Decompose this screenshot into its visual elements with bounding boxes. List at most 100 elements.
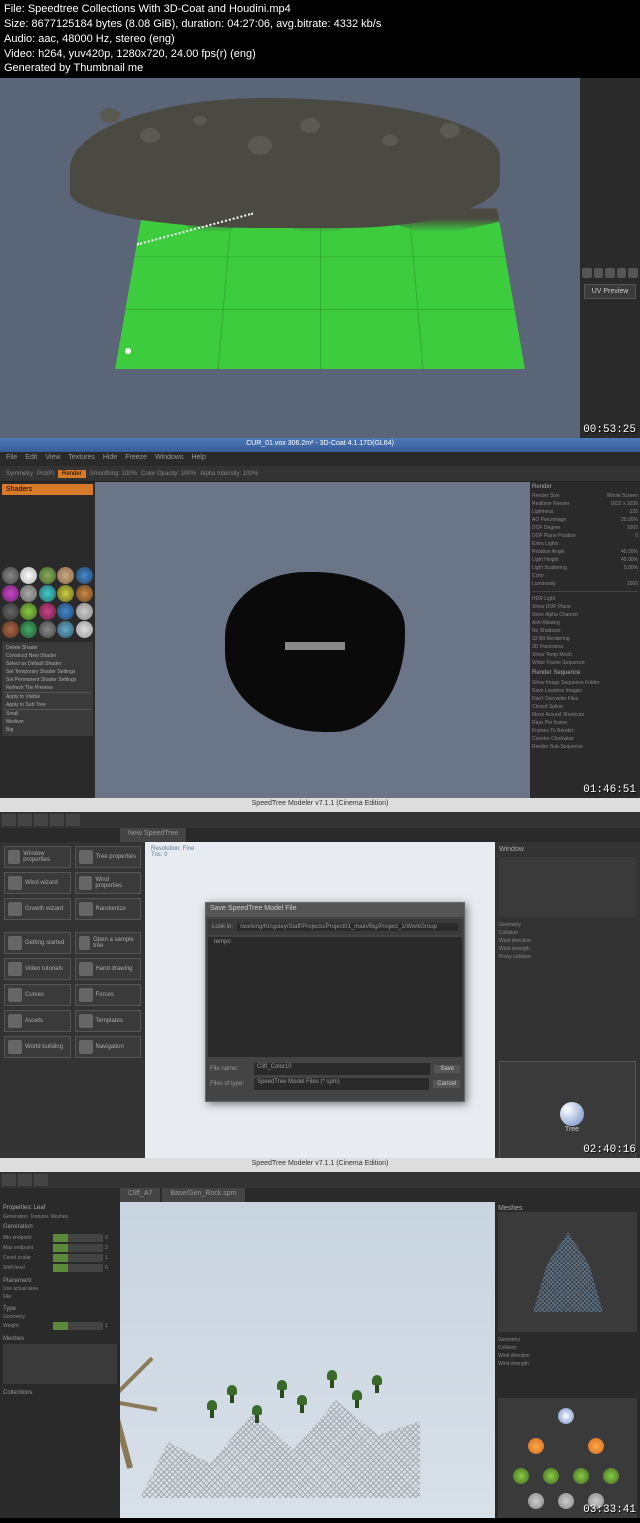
menu-item[interactable]: Freeze bbox=[125, 454, 147, 464]
node[interactable] bbox=[513, 1468, 529, 1484]
start-icon bbox=[8, 936, 22, 950]
shader-swatch[interactable] bbox=[2, 621, 19, 638]
slider[interactable] bbox=[53, 1322, 103, 1330]
shader-swatch[interactable] bbox=[57, 603, 74, 620]
shader-swatch[interactable] bbox=[20, 585, 37, 602]
getting-started-button[interactable]: Getting started bbox=[4, 932, 71, 954]
forces-button[interactable]: Forces bbox=[75, 984, 142, 1006]
node[interactable] bbox=[558, 1408, 574, 1424]
tool-button[interactable] bbox=[34, 814, 48, 826]
node[interactable] bbox=[603, 1468, 619, 1484]
assets-icon bbox=[8, 1014, 22, 1028]
shader-swatch[interactable] bbox=[20, 621, 37, 638]
world-building-button[interactable]: World building bbox=[4, 1036, 71, 1058]
tree-node[interactable]: Tree bbox=[550, 1102, 594, 1132]
shader-swatch[interactable] bbox=[39, 621, 56, 638]
menu-item[interactable]: File bbox=[6, 454, 17, 464]
menu-item[interactable]: Help bbox=[191, 454, 205, 464]
folder-item[interactable]: tempo bbox=[208, 937, 462, 947]
node[interactable] bbox=[573, 1468, 589, 1484]
thumbnail-4: SpeedTree Modeler v7.1.1 (Cinema Edition… bbox=[0, 1158, 640, 1518]
shader-swatch[interactable] bbox=[20, 603, 37, 620]
curves-button[interactable]: Curves bbox=[4, 984, 71, 1006]
shader-swatch[interactable] bbox=[2, 603, 19, 620]
tool-button[interactable] bbox=[2, 814, 16, 826]
node[interactable] bbox=[588, 1438, 604, 1454]
shader-swatch[interactable] bbox=[57, 621, 74, 638]
shader-swatch[interactable] bbox=[39, 567, 56, 584]
viewport[interactable] bbox=[95, 482, 530, 798]
rock-mesh bbox=[50, 98, 530, 418]
tool-icon[interactable] bbox=[594, 268, 604, 278]
tab[interactable]: Cliff_A7 bbox=[120, 1188, 160, 1202]
shader-swatch[interactable] bbox=[57, 585, 74, 602]
path-field[interactable]: /working/Kingsley/Staff/Projects/Project… bbox=[237, 923, 458, 931]
shader-swatch[interactable] bbox=[2, 585, 19, 602]
node-graph[interactable] bbox=[498, 1398, 637, 1518]
viewport[interactable]: Resolution: Fine Tris: 0 Save SpeedTree … bbox=[145, 842, 495, 1158]
slider[interactable] bbox=[53, 1244, 103, 1252]
tab-new[interactable]: New SpeedTree bbox=[120, 828, 186, 842]
file-list[interactable]: tempo bbox=[208, 937, 462, 1057]
wind-wizard-button[interactable]: Wind wizard bbox=[4, 872, 71, 894]
uv-preview-button[interactable]: UV Preview bbox=[584, 284, 636, 299]
tool-button[interactable] bbox=[18, 1174, 32, 1186]
node[interactable] bbox=[528, 1493, 544, 1509]
render-button[interactable]: Render bbox=[58, 470, 86, 478]
hand-icon bbox=[79, 962, 93, 976]
tool-button[interactable] bbox=[18, 814, 32, 826]
tool-button[interactable] bbox=[2, 1174, 16, 1186]
tree-properties-button[interactable]: Tree properties bbox=[75, 846, 142, 868]
slider[interactable] bbox=[53, 1254, 103, 1262]
tab[interactable]: Base/Gen_Rock.spm bbox=[162, 1188, 244, 1202]
video-tutorials-button[interactable]: Video tutorials bbox=[4, 958, 71, 980]
hand-drawing-button[interactable]: Hand drawing bbox=[75, 958, 142, 980]
randomize-button[interactable]: Randomize bbox=[75, 898, 142, 920]
tool-button[interactable] bbox=[66, 814, 80, 826]
cancel-button[interactable]: Cancel bbox=[433, 1080, 460, 1088]
viewport[interactable] bbox=[120, 1202, 495, 1518]
menu-item[interactable]: Windows bbox=[155, 454, 183, 464]
shaders-tab[interactable]: Shaders bbox=[2, 484, 93, 495]
tool-button[interactable] bbox=[34, 1174, 48, 1186]
filetype-select[interactable]: SpeedTree Model Files (*.spm) bbox=[254, 1078, 429, 1090]
preview-area bbox=[499, 857, 636, 917]
slider[interactable] bbox=[53, 1264, 103, 1272]
shader-swatch[interactable] bbox=[2, 567, 19, 584]
shader-swatch[interactable] bbox=[39, 585, 56, 602]
tool-icon[interactable] bbox=[605, 268, 615, 278]
open-sample-button[interactable]: Open a sample tree bbox=[75, 932, 142, 954]
wind-properties-button[interactable]: Wind properties bbox=[75, 872, 142, 894]
shader-swatch[interactable] bbox=[76, 567, 93, 584]
meshes-panel: Meshes Geometry Collision Wind direction… bbox=[495, 1202, 640, 1518]
shader-swatch[interactable] bbox=[39, 603, 56, 620]
menu-item[interactable]: Edit bbox=[25, 454, 37, 464]
menu-item[interactable]: Hide bbox=[103, 454, 117, 464]
tool-icon[interactable] bbox=[617, 268, 627, 278]
save-button[interactable]: Save bbox=[434, 1065, 460, 1073]
slider[interactable] bbox=[53, 1234, 103, 1242]
assets-button[interactable]: Assets bbox=[4, 1010, 71, 1032]
shader-swatch[interactable] bbox=[20, 567, 37, 584]
templates-button[interactable]: Templates bbox=[75, 1010, 142, 1032]
tool-icon[interactable] bbox=[582, 268, 592, 278]
filename-input[interactable]: Cliff_Color10 bbox=[254, 1063, 430, 1075]
menu-item[interactable]: Textures bbox=[68, 454, 94, 464]
window-titlebar: CUR_01.vox 306.2m² - 3D-Coat 4.1.17D(GL6… bbox=[0, 438, 640, 452]
navigation-button[interactable]: Navigation bbox=[75, 1036, 142, 1058]
tool-button[interactable] bbox=[50, 814, 64, 826]
node[interactable] bbox=[543, 1468, 559, 1484]
dice-icon bbox=[79, 902, 93, 916]
shader-swatch[interactable] bbox=[57, 567, 74, 584]
window-properties-button[interactable]: Window properties bbox=[4, 846, 71, 868]
node[interactable] bbox=[558, 1493, 574, 1509]
forces-icon bbox=[79, 988, 93, 1002]
tool-icon[interactable] bbox=[628, 268, 638, 278]
shader-swatch[interactable] bbox=[76, 585, 93, 602]
menu-item[interactable]: View bbox=[45, 454, 60, 464]
node[interactable] bbox=[528, 1438, 544, 1454]
document-tabs: Cliff_A7 Base/Gen_Rock.spm bbox=[0, 1188, 640, 1202]
shader-swatch[interactable] bbox=[76, 603, 93, 620]
growth-wizard-button[interactable]: Growth wizard bbox=[4, 898, 71, 920]
shader-swatch[interactable] bbox=[76, 621, 93, 638]
